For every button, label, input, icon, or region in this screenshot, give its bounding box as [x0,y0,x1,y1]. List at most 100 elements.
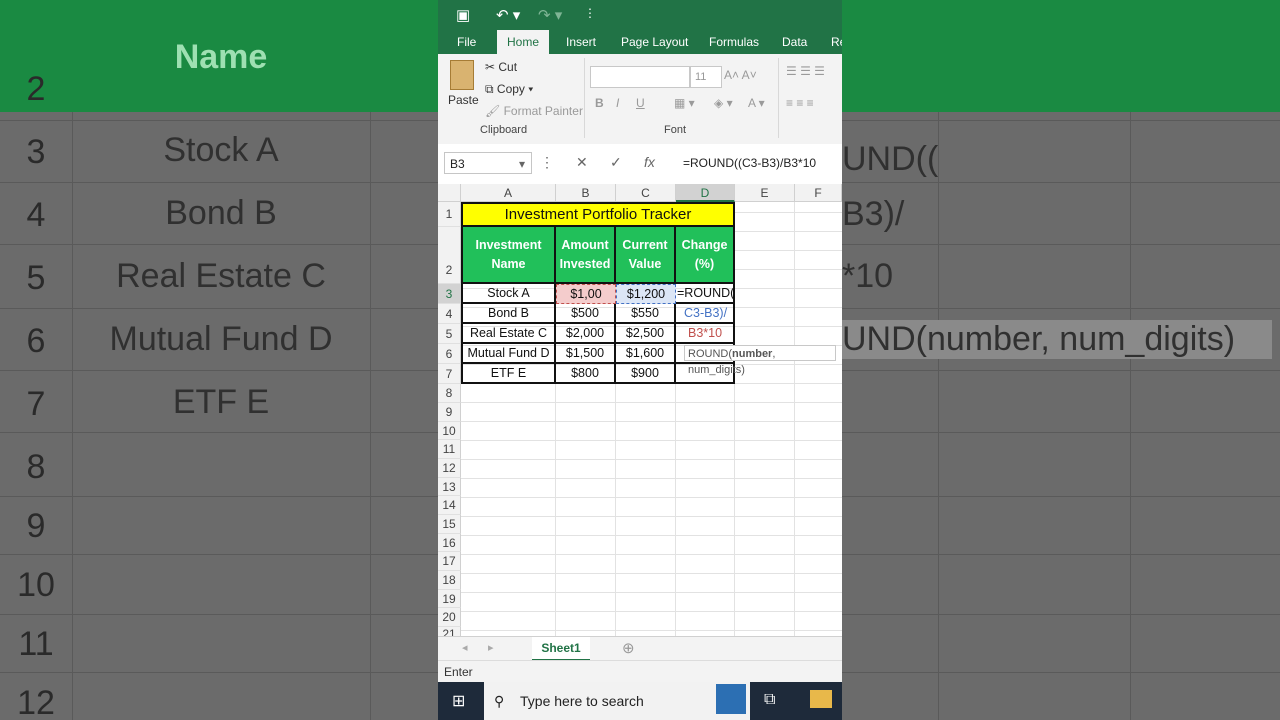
ribbon-home: Paste ✂ Cut ⧉ Copy ▾ 🖌 Format Painter Cl… [438,54,842,145]
tooltip-arg[interactable]: number [732,348,772,360]
tab-insert[interactable]: Insert [556,30,606,54]
enter-check-icon[interactable]: ✓ [610,154,622,171]
row-header[interactable]: 7 [438,364,461,384]
column-header-e[interactable]: E [735,184,795,202]
cut-label: Cut [498,60,518,74]
insert-function-icon[interactable]: fx [644,154,655,170]
tab-data[interactable]: Data [772,30,817,54]
row-header[interactable]: 14 [438,496,461,515]
row-header[interactable]: 6 [438,344,461,364]
fill-color-icon[interactable]: ◈ ▾ [714,96,733,110]
clipboard-group-label: Clipboard [480,124,528,136]
tab-review[interactable]: Re [821,30,842,54]
scroll-right-icon[interactable]: ▸ [488,641,494,654]
row-header[interactable]: 8 [438,384,461,403]
taskbar-search-box[interactable]: ⚲ Type here to search [484,682,750,720]
formula-input[interactable]: =ROUND((C3-B3)/B3*10 [683,156,816,170]
italic-button[interactable]: I [616,96,619,110]
table-cell[interactable]: Real Estate C [461,324,556,344]
table-cell[interactable]: Mutual Fund D [461,344,556,364]
header-amount-invested[interactable]: Amount Invested [556,227,616,284]
table-cell[interactable]: $900 [616,364,676,384]
paste-button[interactable]: Paste [448,93,479,107]
ribbon-tabs: File Home Insert Page Layout Formulas Da… [438,30,842,54]
row-header[interactable]: 15 [438,515,461,534]
table-cell[interactable]: Bond B [461,304,556,324]
redo-icon[interactable]: ↷ ▾ [538,6,562,24]
row-header[interactable]: 3 [438,284,461,304]
row-header[interactable]: 20 [438,608,461,627]
column-header-b[interactable]: B [556,184,616,202]
table-cell[interactable]: $500 [556,304,616,324]
grow-font-icon[interactable]: A˄ A˅ [724,68,757,82]
header-current-value[interactable]: Current Value [616,227,676,284]
row-header[interactable]: 18 [438,571,461,590]
row-header[interactable]: 12 [438,459,461,478]
paste-icon[interactable] [450,60,474,90]
row-header[interactable]: 1 [438,202,461,227]
table-cell[interactable]: $1,600 [616,344,676,364]
table-cell[interactable]: $550 [616,304,676,324]
underline-button[interactable]: U [636,96,645,110]
row-header[interactable]: 16 [438,534,461,552]
add-sheet-icon[interactable]: ⊕ [622,639,635,657]
row-header[interactable]: 4 [438,304,461,324]
align-left-icon[interactable]: ≡ ≡ ≡ [786,96,814,110]
table-cell[interactable]: $2,000 [556,324,616,344]
bold-button[interactable]: B [595,96,604,110]
row-header[interactable]: 11 [438,440,461,459]
search-placeholder: Type here to search [520,693,644,709]
header-change-percent[interactable]: Change (%) [676,227,735,284]
table-cell[interactable]: Stock A [461,284,556,304]
tab-page-layout[interactable]: Page Layout [611,30,698,54]
column-header-a[interactable]: A [461,184,556,202]
tab-formulas[interactable]: Formulas [699,30,769,54]
windows-start-icon[interactable]: ⊞ [452,691,465,711]
task-view-icon[interactable]: ⧉ [764,691,775,709]
table-cell-d3-editing[interactable]: =ROUND(( [676,284,735,304]
font-color-icon[interactable]: A ▾ [748,96,765,110]
row-header[interactable]: 2 [438,227,461,284]
cut-button[interactable]: ✂ Cut [485,60,517,74]
align-top-icon[interactable]: ☰ ☰ ☰ [786,64,825,78]
row-header[interactable]: 17 [438,552,461,571]
cortana-icon[interactable] [716,684,746,714]
row-header[interactable]: 21 [438,627,461,636]
table-cell-c3[interactable]: $1,200 [616,284,676,304]
table-cell[interactable]: $1,500 [556,344,616,364]
worksheet-grid[interactable]: A B C D E F 1 2 3 4 5 6 7 8 9 10 11 12 1… [438,184,842,636]
sheet-tab-sheet1[interactable]: Sheet1 [532,637,590,662]
formula-continuation: B3*10 [676,324,735,344]
column-header-f[interactable]: F [795,184,842,202]
cancel-icon[interactable]: ✕ [576,154,588,171]
font-name-dropdown[interactable] [590,66,690,88]
table-cell[interactable]: ETF E [461,364,556,384]
select-all-corner[interactable] [438,184,461,202]
column-header-d[interactable]: D [676,184,735,202]
row-header[interactable]: 19 [438,590,461,608]
gridline [675,384,676,636]
row-header[interactable]: 5 [438,324,461,344]
tab-file[interactable]: File [447,30,486,54]
row-header[interactable]: 10 [438,422,461,440]
sheet-title-cell[interactable]: Investment Portfolio Tracker [461,202,735,227]
name-box[interactable]: B3 ▾ [444,152,532,174]
customize-qat-icon[interactable]: ⋮ [584,6,596,20]
table-cell[interactable]: $800 [556,364,616,384]
scroll-left-icon[interactable]: ◂ [462,641,468,654]
font-size-dropdown[interactable]: 11 [690,66,722,88]
row-header[interactable]: 13 [438,478,461,496]
table-cell-b3[interactable]: $1,00 [556,284,616,304]
table-cell[interactable]: $2,500 [616,324,676,344]
row-header[interactable]: 9 [438,403,461,422]
format-painter-button[interactable]: 🖌 Format Painter [485,104,583,118]
tab-home[interactable]: Home [497,30,550,54]
bg-header-text: Name [174,38,268,76]
column-header-c[interactable]: C [616,184,676,202]
undo-icon[interactable]: ↶ ▾ [496,6,520,24]
file-explorer-icon[interactable] [810,690,832,708]
header-investment-name[interactable]: Investment Name [461,227,556,284]
borders-icon[interactable]: ▦ ▾ [674,96,695,110]
save-icon[interactable]: ▣ [456,6,470,24]
copy-button[interactable]: ⧉ Copy ▾ [485,82,533,97]
